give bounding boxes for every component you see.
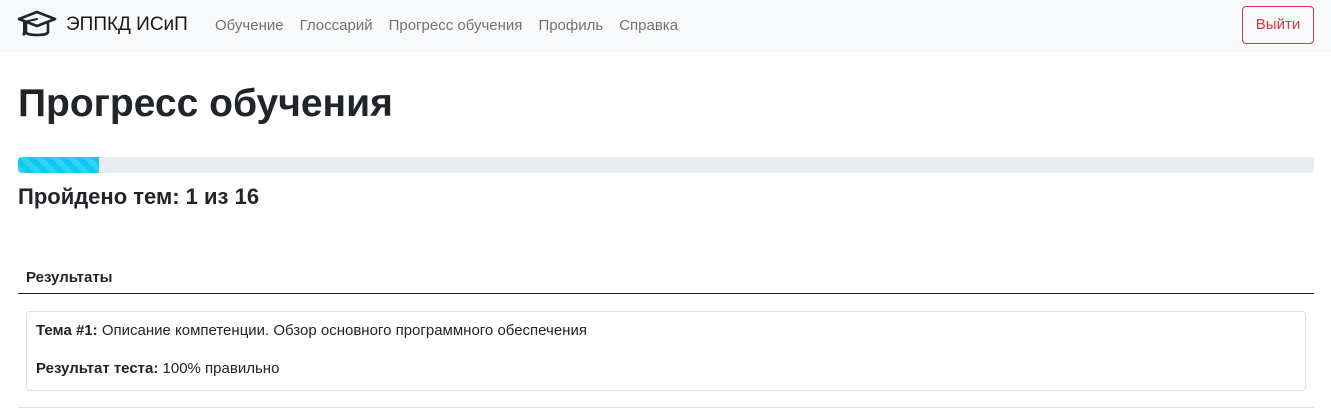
page-title: Прогресс обучения (18, 82, 393, 125)
nav-link-learning[interactable]: Обучение (215, 14, 284, 38)
nav-link-profile[interactable]: Профиль (538, 14, 603, 38)
progress-summary: Пройдено тем: 1 из 16 (18, 184, 260, 209)
navbar: ЭППКД ИСиП Обучение Глоссарий Прогресс о… (0, 0, 1331, 52)
test-result-line: Результат теста: 100% правильно (36, 359, 279, 379)
graduation-cap-icon (17, 9, 57, 41)
topic-title: Описание компетенции. Обзор основного пр… (97, 322, 587, 339)
nav-link-progress[interactable]: Прогресс обучения (389, 14, 523, 38)
results-header-label: Результаты (26, 269, 113, 286)
nav-link-glossary[interactable]: Глоссарий (300, 14, 373, 38)
topic-label: Тема #1: (36, 322, 98, 339)
brand-link[interactable]: ЭППКД ИСиП (17, 9, 188, 41)
nav-link-help[interactable]: Справка (619, 14, 678, 38)
progress-track (18, 157, 1314, 173)
logout-button[interactable]: Выйти (1242, 6, 1314, 44)
results-table-header: Результаты (18, 262, 1314, 294)
brand-name: ЭППКД ИСиП (66, 14, 188, 35)
main-nav: Обучение Глоссарий Прогресс обучения Про… (215, 14, 694, 38)
topic-line: Тема #1: Описание компетенции. Обзор осн… (36, 321, 587, 341)
test-result-label: Результат теста: (36, 360, 159, 377)
result-card: Тема #1: Описание компетенции. Обзор осн… (26, 311, 1306, 391)
progress-bar (18, 157, 99, 173)
test-result-value: 100% правильно (158, 360, 280, 377)
table-row: Тема #1: Описание компетенции. Обзор осн… (18, 294, 1314, 408)
